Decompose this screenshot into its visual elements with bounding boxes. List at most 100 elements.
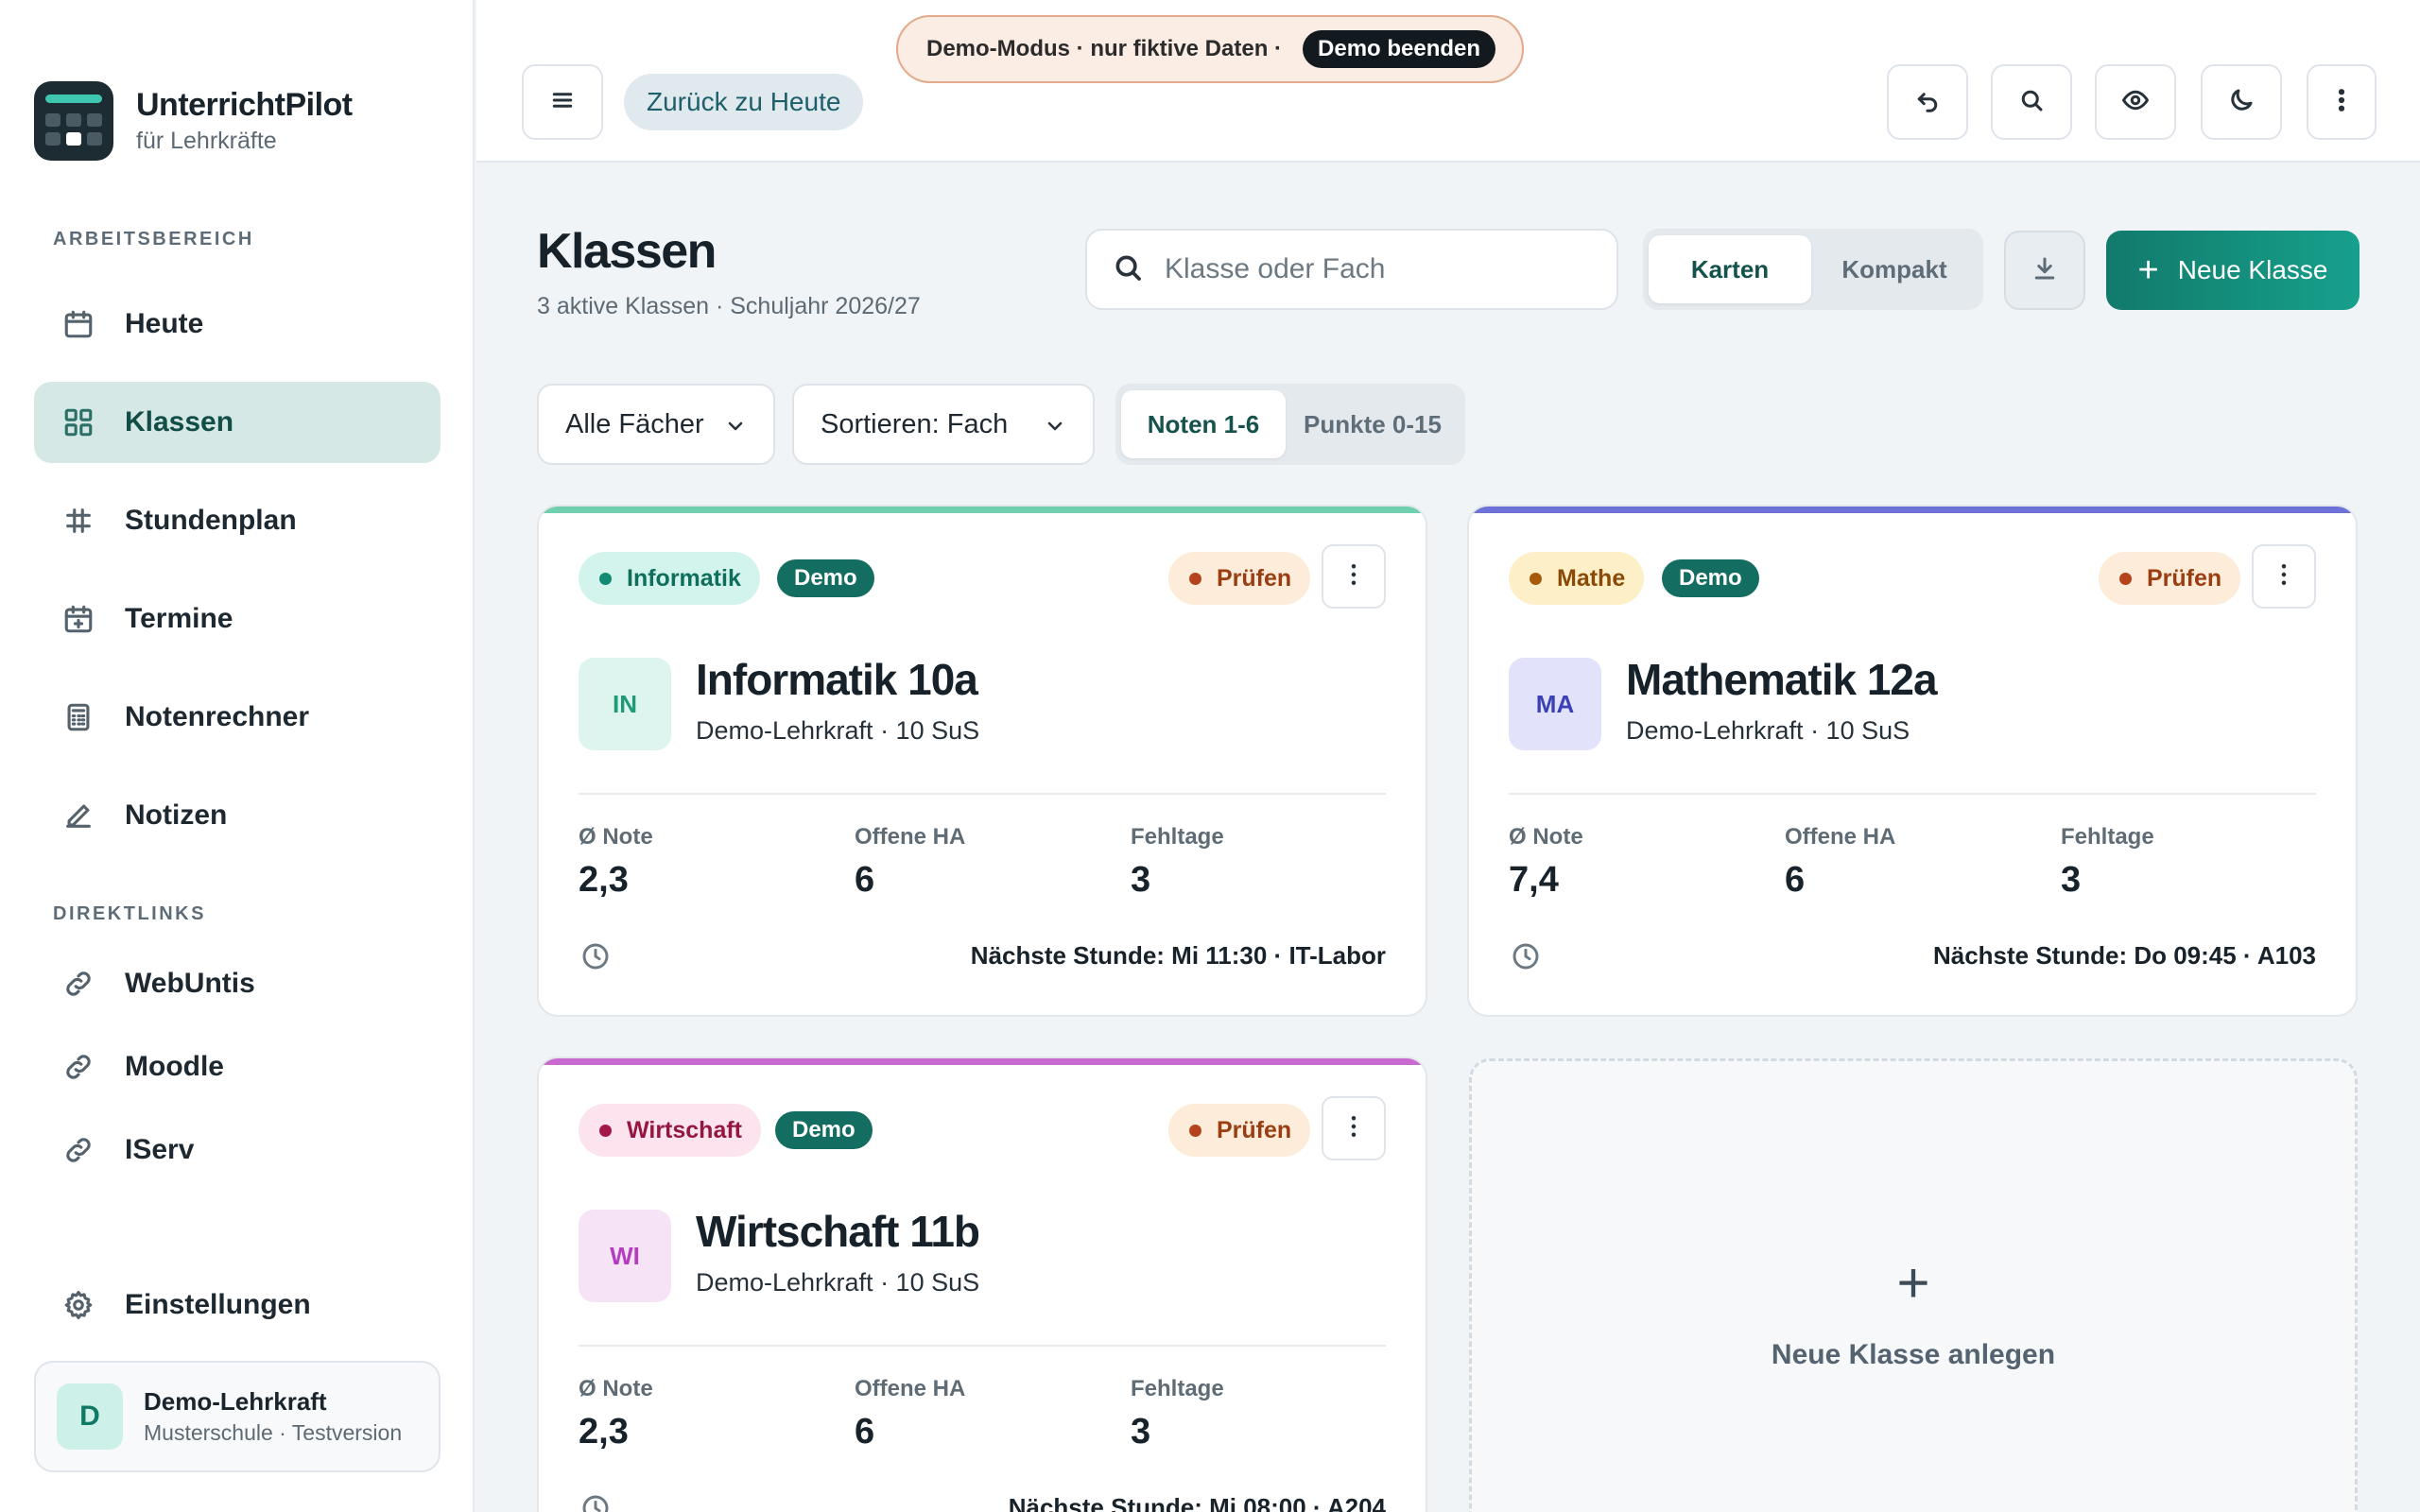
grade-mode-noten[interactable]: Noten 1-6 — [1121, 390, 1286, 458]
sidebar-item-notenrechner[interactable]: Notenrechner — [34, 677, 441, 758]
stat-value-homework: 6 — [855, 1412, 875, 1452]
stat-value-absences: 3 — [1131, 860, 1151, 900]
menu-button[interactable] — [522, 64, 603, 140]
demo-tag: Demo — [777, 559, 874, 597]
clock-icon — [1511, 941, 1541, 971]
stat-label-homework: Offene HA — [1785, 824, 1896, 850]
class-initials-badge: WI — [579, 1210, 671, 1302]
sidebar-link-label: Moodle — [125, 1051, 224, 1082]
sidebar-item-einstellungen[interactable]: Einstellungen — [34, 1264, 441, 1346]
export-button[interactable] — [2004, 231, 2085, 310]
page-title: Klassen — [537, 224, 717, 279]
search-icon — [1112, 251, 1144, 288]
more-button[interactable] — [2307, 64, 2377, 140]
gear-icon — [62, 1289, 95, 1321]
class-card[interactable]: Informatik Demo Prüfen IN Informatik 10a… — [537, 505, 1427, 1017]
demo-tag: Demo — [1662, 559, 1759, 597]
topbar: Zurück zu Heute Demo-Modus · nur fiktive… — [476, 0, 2420, 163]
class-search[interactable] — [1085, 229, 1618, 310]
new-class-label: Neue Klasse — [2177, 255, 2328, 284]
sidebar-link-label: IServ — [125, 1134, 195, 1165]
sidebar-item-label: Stundenplan — [125, 505, 297, 536]
section-title-links: DIREKTLINKS — [53, 903, 206, 924]
status-badge: Prüfen — [2099, 552, 2241, 605]
subject-filter[interactable]: Alle Fächer — [537, 384, 775, 465]
stat-label-absences: Fehltage — [1131, 824, 1224, 850]
link-icon — [62, 968, 95, 1000]
demo-tag: Demo — [775, 1111, 873, 1149]
page-subtitle: 3 aktive Klassen · Schuljahr 2026/27 — [537, 293, 921, 319]
table-icon — [62, 505, 95, 537]
sidebar-item-label: Einstellungen — [125, 1289, 311, 1320]
stat-label-average: Ø Note — [1509, 824, 1583, 850]
stat-label-homework: Offene HA — [855, 824, 966, 850]
class-initials-badge: MA — [1509, 658, 1601, 750]
clock-icon — [580, 1493, 611, 1512]
next-lesson: Nächste Stunde: Do 09:45 · A103 — [1932, 941, 2316, 970]
sidebar: UnterrichtPilot für Lehrkräfte ARBEITSBE… — [0, 0, 475, 1512]
stat-label-absences: Fehltage — [2061, 824, 2154, 850]
sidebar-item-termine[interactable]: Termine — [34, 578, 441, 660]
sidebar-item-label: Notenrechner — [125, 701, 310, 732]
stat-label-homework: Offene HA — [855, 1376, 966, 1401]
calculator-icon — [62, 701, 95, 733]
card-accent — [1469, 507, 2356, 513]
status-badge: Prüfen — [1168, 552, 1311, 605]
sidebar-item-label: Klassen — [125, 406, 234, 438]
sidebar-item-klassen[interactable]: Klassen — [34, 382, 441, 463]
card-menu-button[interactable] — [2252, 544, 2316, 609]
end-demo-button[interactable]: Demo beenden — [1303, 30, 1496, 68]
menu-icon — [548, 86, 577, 119]
add-class-card[interactable]: + Neue Klasse anlegen — [1469, 1058, 2358, 1512]
link-icon — [62, 1134, 95, 1166]
sidebar-link-label: WebUntis — [125, 968, 255, 999]
brand[interactable]: UnterrichtPilot für Lehrkräfte — [34, 81, 353, 161]
view-option-karten[interactable]: Karten — [1649, 235, 1811, 303]
add-class-label: Neue Klasse anlegen — [1771, 1339, 2056, 1370]
sidebar-link-iserv[interactable]: IServ — [34, 1109, 441, 1191]
class-card[interactable]: Mathe Demo Prüfen MA Mathematik 12a Demo… — [1467, 505, 2358, 1017]
user-card[interactable]: D Demo-Lehrkraft Musterschule · Testvers… — [34, 1361, 441, 1472]
card-menu-button[interactable] — [1322, 544, 1386, 609]
sidebar-item-stundenplan[interactable]: Stundenplan — [34, 480, 441, 561]
stat-value-homework: 6 — [1785, 860, 1806, 900]
grade-mode-toggle: Noten 1-6 Punkte 0-15 — [1115, 384, 1465, 465]
class-card[interactable]: Wirtschaft Demo Prüfen WI Wirtschaft 11b… — [537, 1057, 1427, 1512]
stat-label-average: Ø Note — [579, 1376, 653, 1401]
link-icon — [62, 1051, 95, 1083]
section-title-work: ARBEITSBEREICH — [53, 229, 254, 249]
sidebar-link-moodle[interactable]: Moodle — [34, 1026, 441, 1108]
stat-label-absences: Fehltage — [1131, 1376, 1224, 1401]
more-vertical-icon — [2270, 560, 2298, 593]
class-title: Mathematik 12a — [1626, 655, 1938, 704]
grade-mode-punkte[interactable]: Punkte 0-15 — [1286, 390, 1460, 458]
view-option-kompakt[interactable]: Kompakt — [1811, 235, 1978, 303]
preview-button[interactable] — [2095, 64, 2176, 140]
class-title: Wirtschaft 11b — [696, 1207, 980, 1256]
sidebar-item-notizen[interactable]: Notizen — [34, 775, 441, 856]
undo-button[interactable] — [1887, 64, 1968, 140]
brand-subtitle: für Lehrkräfte — [136, 128, 277, 154]
dark-mode-button[interactable] — [2201, 64, 2282, 140]
calendar-icon — [62, 308, 95, 340]
search-button[interactable] — [1991, 64, 2072, 140]
sidebar-link-webuntis[interactable]: WebUntis — [34, 943, 441, 1024]
divider — [1509, 793, 2316, 795]
card-menu-button[interactable] — [1322, 1096, 1386, 1160]
new-class-button[interactable]: + Neue Klasse — [2106, 231, 2360, 310]
sidebar-item-heute[interactable]: Heute — [34, 284, 441, 365]
clock-icon — [580, 941, 611, 971]
next-lesson: Nächste Stunde: Mi 11:30 · IT-Labor — [970, 941, 1386, 970]
back-to-today-button[interactable]: Zurück zu Heute — [624, 74, 864, 130]
search-input[interactable] — [1165, 253, 1599, 285]
sidebar-item-label: Heute — [125, 308, 204, 339]
sort-select[interactable]: Sortieren: Fach — [792, 384, 1095, 465]
brand-name: UnterrichtPilot — [136, 87, 353, 123]
sidebar-item-label: Notizen — [125, 799, 228, 831]
subject-tag: Mathe — [1509, 552, 1645, 605]
stat-value-absences: 3 — [2061, 860, 2082, 900]
plus-icon: + — [1896, 1251, 1930, 1314]
plus-icon: + — [2137, 249, 2159, 290]
pen-icon — [62, 799, 95, 832]
class-meta: Demo-Lehrkraft · 10 SuS — [1626, 716, 1910, 745]
